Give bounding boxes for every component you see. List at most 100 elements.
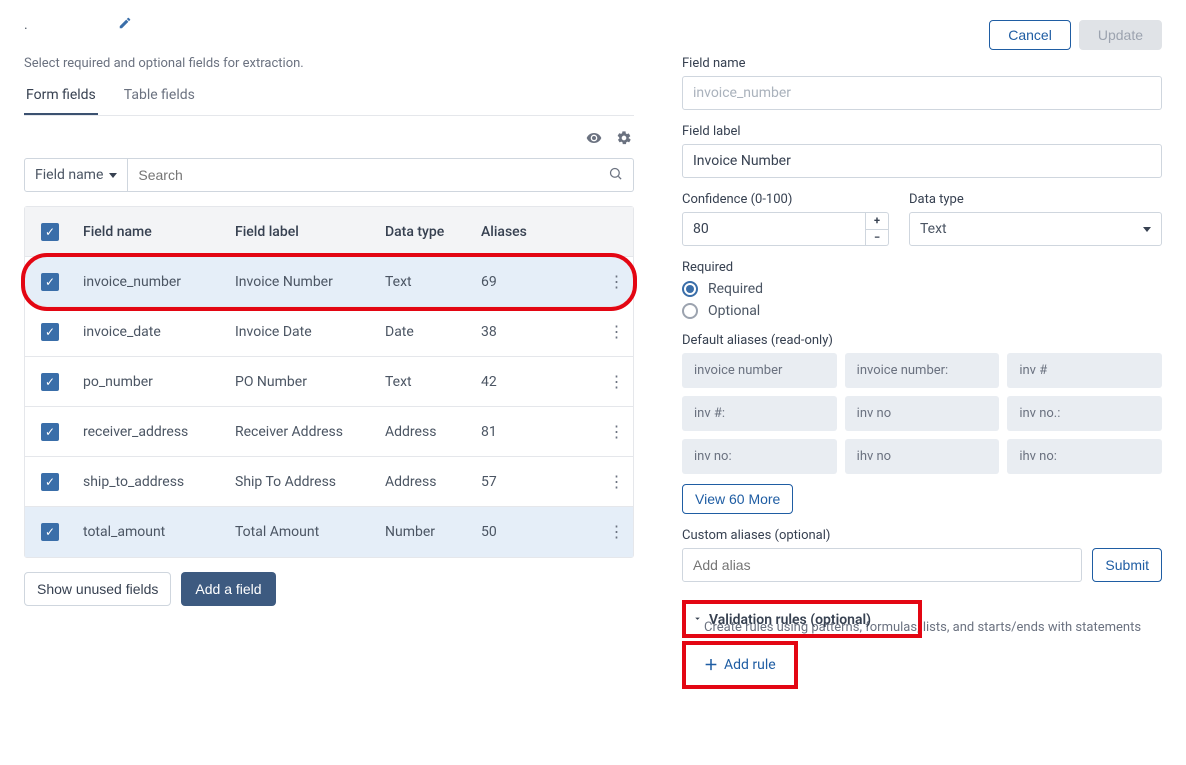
table-row[interactable]: ✓invoice_dateInvoice DateDate38⋮ xyxy=(25,307,633,357)
alias-chip: ihv no: xyxy=(1007,439,1162,474)
field-name-input[interactable]: invoice_number xyxy=(682,76,1162,110)
row-field-label: PO Number xyxy=(227,360,377,404)
row-more-button[interactable]: ⋮ xyxy=(599,466,633,498)
row-aliases: 69 xyxy=(473,260,599,304)
cancel-button[interactable]: Cancel xyxy=(989,20,1071,50)
validation-title-text: Validation rules (optional) xyxy=(709,612,871,628)
row-more-button[interactable]: ⋮ xyxy=(599,516,633,548)
confidence-input[interactable]: 80 xyxy=(682,212,866,246)
optional-radio[interactable]: Optional xyxy=(682,303,1162,319)
col-data-type[interactable]: Data type xyxy=(377,210,473,254)
add-field-button[interactable]: Add a field xyxy=(181,572,275,606)
alias-chip: inv no xyxy=(845,396,1000,431)
submit-alias-button[interactable]: Submit xyxy=(1092,548,1162,582)
decrement-button[interactable]: − xyxy=(866,230,888,246)
tab-table-fields[interactable]: Table fields xyxy=(122,81,197,115)
select-all-checkbox[interactable]: ✓ xyxy=(41,223,59,241)
visibility-icon[interactable] xyxy=(586,130,602,150)
alias-chip-grid: invoice numberinvoice number:inv #inv #:… xyxy=(682,353,1162,474)
row-field-name: receiver_address xyxy=(75,410,227,454)
chevron-down-icon xyxy=(109,173,117,178)
default-aliases-label: Default aliases (read-only) xyxy=(682,333,1162,348)
row-checkbox[interactable]: ✓ xyxy=(41,473,59,491)
alias-chip: inv no.: xyxy=(1007,396,1162,431)
row-data-type: Address xyxy=(377,460,473,504)
row-data-type: Text xyxy=(377,360,473,404)
field-name-label: Field name xyxy=(682,56,1162,71)
col-aliases[interactable]: Aliases xyxy=(473,210,599,254)
edit-icon[interactable] xyxy=(118,16,132,34)
more-vertical-icon: ⋮ xyxy=(609,330,624,334)
row-field-name: invoice_number xyxy=(75,260,227,304)
col-field-label[interactable]: Field label xyxy=(227,210,377,254)
data-type-select[interactable]: Text xyxy=(909,212,1162,246)
row-checkbox[interactable]: ✓ xyxy=(41,423,59,441)
custom-aliases-label: Custom aliases (optional) xyxy=(682,528,1162,543)
top-actions: Cancel Update xyxy=(989,20,1162,50)
alias-chip: inv # xyxy=(1007,353,1162,388)
data-type-label: Data type xyxy=(909,192,1162,207)
fields-table: ✓ Field name Field label Data type Alias… xyxy=(24,206,634,558)
row-more-button[interactable]: ⋮ xyxy=(599,416,633,448)
required-radio[interactable]: Required xyxy=(682,281,1162,297)
table-header-row: ✓ Field name Field label Data type Alias… xyxy=(25,207,633,257)
table-row[interactable]: ✓ ship_to_addressShip To AddressAddress57… xyxy=(25,457,633,507)
filter-select-label: Field name xyxy=(35,167,103,183)
row-data-type: Number xyxy=(377,510,473,554)
add-rule-button[interactable]: ＋ Add rule xyxy=(704,655,776,675)
add-rule-highlight: ＋ Add rule xyxy=(682,641,798,689)
row-field-name: ship_to_address xyxy=(75,460,227,504)
increment-button[interactable]: + xyxy=(866,213,888,230)
more-vertical-icon: ⋮ xyxy=(609,480,624,484)
filter-select[interactable]: Field name xyxy=(24,158,128,192)
field-label-input[interactable]: Invoice Number xyxy=(682,144,1162,178)
row-aliases: 81 xyxy=(473,410,599,454)
row-field-label: Receiver Address xyxy=(227,410,377,454)
update-button[interactable]: Update xyxy=(1079,20,1162,50)
search-input[interactable] xyxy=(138,159,608,191)
alias-chip: inv no: xyxy=(682,439,837,474)
field-label-label: Field label xyxy=(682,124,1162,139)
table-row[interactable]: ✓invoice_numberInvoice NumberText69⋮ xyxy=(25,257,633,307)
gear-icon[interactable] xyxy=(616,130,632,150)
row-checkbox[interactable]: ✓ xyxy=(41,273,59,291)
row-checkbox[interactable]: ✓ xyxy=(41,373,59,391)
row-more-button[interactable]: ⋮ xyxy=(599,316,633,348)
row-field-label: Ship To Address xyxy=(227,460,377,504)
tab-form-fields[interactable]: Form fields xyxy=(24,81,98,115)
table-row[interactable]: ✓ total_amountTotal AmountNumber50⋮ xyxy=(25,507,633,557)
add-alias-input[interactable] xyxy=(682,548,1082,582)
row-field-label: Invoice Date xyxy=(227,310,377,354)
table-row[interactable]: ✓po_numberPO NumberText42⋮ xyxy=(25,357,633,407)
col-field-name[interactable]: Field name xyxy=(75,210,227,254)
add-rule-label: Add rule xyxy=(724,657,776,673)
subtitle: Select required and optional fields for … xyxy=(24,56,634,71)
row-checkbox[interactable]: ✓ xyxy=(41,523,59,541)
row-aliases: 57 xyxy=(473,460,599,504)
search-box[interactable] xyxy=(128,158,634,192)
row-aliases: 50 xyxy=(473,510,599,554)
row-field-label: Total Amount xyxy=(227,510,377,554)
row-more-button[interactable]: ⋮ xyxy=(599,266,633,298)
required-option-label: Required xyxy=(708,281,763,297)
validation-toggle[interactable]: Validation rules (optional) xyxy=(692,612,908,628)
plus-icon: ＋ xyxy=(704,655,718,675)
alias-chip: inv #: xyxy=(682,396,837,431)
row-checkbox[interactable]: ✓ xyxy=(41,323,59,341)
more-vertical-icon: ⋮ xyxy=(609,430,624,434)
row-data-type: Address xyxy=(377,410,473,454)
top-left: . xyxy=(24,16,132,34)
row-more-button[interactable]: ⋮ xyxy=(599,366,633,398)
row-field-name: total_amount xyxy=(75,510,227,554)
view-more-button[interactable]: View 60 More xyxy=(682,484,793,514)
alias-chip: ihv no xyxy=(845,439,1000,474)
show-unused-button[interactable]: Show unused fields xyxy=(24,572,171,606)
search-icon[interactable] xyxy=(608,166,623,185)
row-field-label: Invoice Number xyxy=(227,260,377,304)
tabs: Form fields Table fields xyxy=(24,81,634,116)
table-row[interactable]: ✓ receiver_addressReceiver AddressAddress… xyxy=(25,407,633,457)
data-type-value: Text xyxy=(920,213,1143,245)
row-field-name: po_number xyxy=(75,360,227,404)
quantity-stepper[interactable]: + − xyxy=(866,212,889,246)
more-vertical-icon: ⋮ xyxy=(609,280,624,284)
